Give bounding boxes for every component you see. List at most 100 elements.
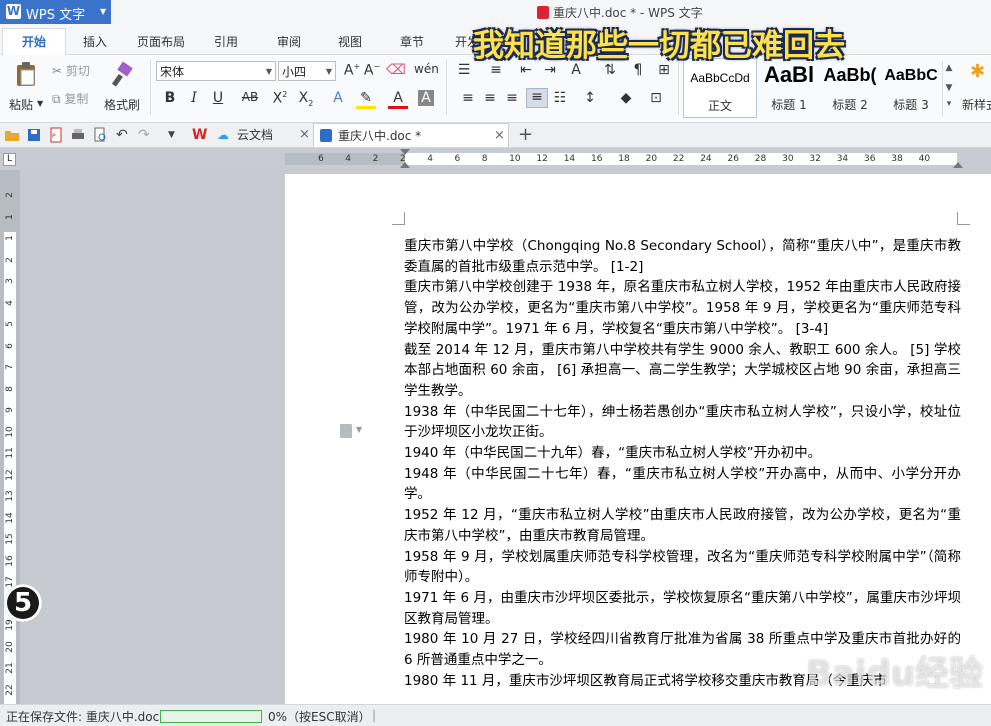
hanging-indent-handle[interactable] [400,162,410,168]
first-line-indent-handle[interactable] [400,149,410,155]
superscript-icon[interactable]: X2 [270,90,290,107]
styles-scroll[interactable]: ▲ ▼ ▾ [942,61,955,117]
text-effect-icon[interactable]: A [328,90,348,106]
ruler-number: 2 [5,192,15,198]
tab-insert[interactable]: 插入 [83,33,107,50]
status-bar: 正在保存文件: 重庆八中.doc 0%（按ESC取消） | [0,704,991,726]
close-icon[interactable]: × [494,124,505,148]
paragraph-handle-icon[interactable] [340,424,352,438]
format-painter-label: 格式刷 [104,98,141,112]
chevron-down-icon: ▼ [356,425,363,434]
tab-cloud-docs[interactable]: ☁ 云文档 × [215,123,311,147]
clear-format-icon[interactable]: ⌫ [386,62,406,78]
tab-home[interactable]: 开始 [2,28,66,55]
cut-button[interactable]: ✂ 剪切 [52,62,90,79]
cut-label: 剪切 [65,64,90,78]
distributed-align-icon[interactable]: ☷ [550,90,570,106]
italic-icon[interactable]: I [184,90,204,106]
line-spacing-icon[interactable]: ↕ [580,90,600,106]
char-shading-icon[interactable]: A [418,90,434,106]
document-page[interactable]: 重庆市第八中学校（Chongqing No.8 Secondary School… [285,174,991,704]
font-name-value: 宋体 [160,65,185,79]
font-name-select[interactable]: 宋体 ▼ [156,61,276,81]
chevron-down-icon[interactable]: ▼ [168,130,184,146]
tab-stop-selector-icon[interactable]: L [3,153,16,166]
ruler-number: 10 [5,425,15,438]
ruler-number: 13 [5,490,15,502]
print-preview-icon[interactable] [92,127,108,143]
tab-references[interactable]: 引用 [214,33,238,50]
tab-review[interactable]: 审阅 [277,33,301,50]
align-right-icon[interactable]: ≡ [502,90,522,106]
ruler-number: 8 [481,154,488,164]
align-left-icon[interactable]: ≡ [458,90,478,106]
document-paragraph[interactable]: 1958 年 9 月，学校划属重庆师范专科学校管理，改名为“重庆师范专科学校附属… [404,547,961,588]
ruler-number: 6 [454,154,461,164]
ruler-number: 32 [809,154,821,164]
ruler-number: 16 [5,554,15,567]
chevron-up-icon: ▲ [945,63,953,73]
ruler-number: 12 [5,468,15,481]
format-painter-button[interactable]: 格式刷 [102,59,142,115]
strikethrough-icon[interactable]: AB [240,90,260,104]
document-paragraph[interactable]: 重庆市第八中学校创建于 1938 年，原名重庆市私立树人学校，1952 年由重庆… [404,277,961,339]
ruler-number: 34 [836,154,849,164]
document-paragraph[interactable]: 1948 年（中华民国二十七年）春，“重庆市私立树人学校”开办高中，从而中、小学… [404,464,961,505]
new-tab-icon[interactable]: + [518,124,533,145]
save-icon[interactable] [26,127,42,143]
document-paragraph[interactable]: 1940 年（中华民国二十九年）春，“重庆市私立树人学校”开办初中。 [404,443,961,464]
font-color-icon[interactable]: A [388,90,408,109]
font-size-value: 小四 [282,65,307,79]
right-indent-handle[interactable] [953,162,963,168]
ruler-number: 5 [5,321,15,327]
document-body[interactable]: 重庆市第八中学校（Chongqing No.8 Secondary School… [404,236,961,691]
export-pdf-icon[interactable]: P [48,127,64,143]
divider [446,59,447,115]
subscript-icon[interactable]: X2 [296,90,316,108]
copy-button[interactable]: ⧉ 复制 [52,90,88,107]
grow-font-icon[interactable]: A+ [342,62,362,79]
paragraph-shading-icon[interactable]: ◆ [616,90,636,106]
redo-icon[interactable]: ↷ [138,127,154,143]
vertical-ruler[interactable]: 2112345678910111213141516171819202122 [0,170,20,704]
align-center-icon[interactable]: ≡ [480,90,500,106]
document-paragraph[interactable]: 截至 2014 年 12 月，重庆市第八中学校共有学生 9000 余人、教职工 … [404,340,961,402]
document-tabs-bar: P ↶ ↷ ▼ W ☁ 云文档 × 重庆八中.doc * × + [0,123,991,148]
horizontal-ruler[interactable]: L 6 4 2 2 4 6 8 10 12 14 16 18 20 22 24 26 28 30 32 34 36 38 4… [0,148,991,170]
ruler-number: 7 [5,364,15,370]
close-icon[interactable]: × [299,123,310,147]
bullet-list-icon[interactable]: ☰ [454,62,474,78]
justify-icon[interactable]: ≡ [526,88,548,108]
wps-home-icon[interactable]: W [192,127,208,143]
font-size-select[interactable]: 小四 ▼ [278,61,336,81]
paste-button[interactable]: 粘贴 ▼ [6,59,44,115]
document-paragraph[interactable]: 1938 年（中华民国二十七年），绅士杨若愚创办“重庆市私立树人学校”，只设小学… [404,402,961,443]
wps-app-menu-button[interactable]: W WPS 文字 ▼ [0,0,111,24]
tab-document[interactable]: 重庆八中.doc * × [313,123,509,147]
borders-icon[interactable]: ⊡ [646,90,666,106]
ruler-number: 10 [509,154,521,164]
ruler-number: 4 [345,154,352,164]
style-heading-3[interactable]: AaBbC 标题 3 [875,58,947,116]
new-style-button[interactable]: ✱ 新样式 [958,59,991,115]
bold-icon[interactable]: B [160,90,180,106]
document-paragraph[interactable]: 1952 年 12 月，“重庆市私立树人学校”由重庆市人民政府接管，改为公办学校… [404,505,961,546]
pinyin-guide-icon[interactable]: wén [414,62,439,76]
open-folder-icon[interactable] [4,127,20,143]
new-style-icon: ✱ [970,61,986,82]
chevron-down-icon: ▼ [100,7,107,16]
document-paragraph[interactable]: 重庆市第八中学校（Chongqing No.8 Secondary School… [404,236,961,277]
ruler-number: 15 [5,533,15,545]
style-normal[interactable]: AaBbCcDd 正文 [683,58,757,118]
document-workspace[interactable]: 重庆市第八中学校（Chongqing No.8 Secondary School… [20,170,991,704]
document-paragraph[interactable]: 1971 年 6 月，由重庆市沙坪坝区委批示，学校恢复原名“重庆第八中学校”，属… [404,588,961,629]
tab-view[interactable]: 视图 [338,33,362,50]
print-icon[interactable] [70,127,86,143]
underline-icon[interactable]: U [208,90,228,106]
undo-icon[interactable]: ↶ [116,127,132,143]
tab-page-layout[interactable]: 页面布局 [137,33,185,50]
highlight-icon[interactable]: ✎ [356,90,376,109]
shrink-font-icon[interactable]: A− [362,62,382,79]
wps-logo-icon: W [6,4,21,19]
tab-chapter[interactable]: 章节 [400,33,424,50]
